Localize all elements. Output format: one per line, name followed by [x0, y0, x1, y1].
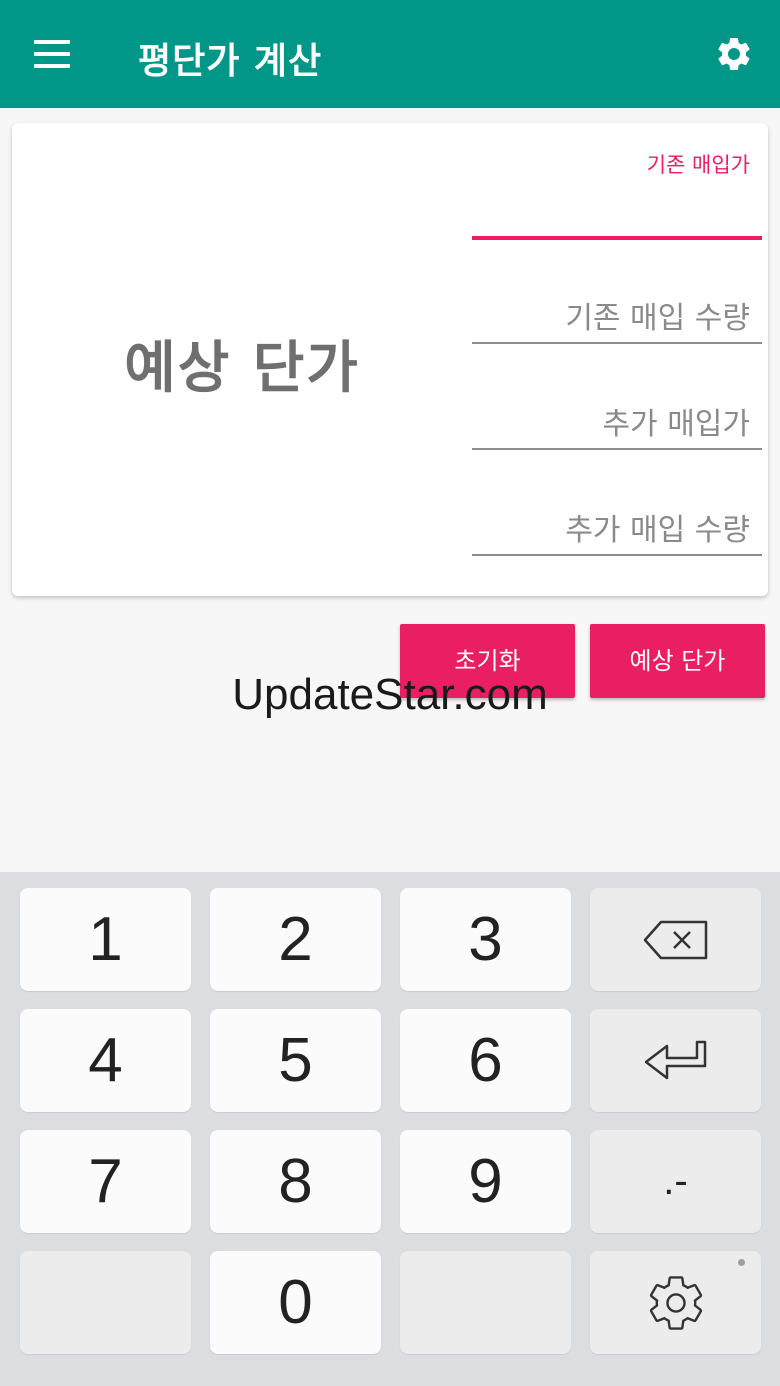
- key-9[interactable]: 9: [400, 1130, 571, 1233]
- field-underline: [472, 342, 762, 344]
- key-7[interactable]: 7: [20, 1130, 191, 1233]
- field-label: 기존 매입 수량: [565, 301, 750, 336]
- additional-purchase-quantity-field[interactable]: 추가 매입 수량: [472, 485, 762, 560]
- input-card: 예상 단가 기존 매입가 기존 매입 수량 추가 매입가 추가 매입 수량: [12, 123, 768, 596]
- key-1[interactable]: 1: [20, 888, 191, 991]
- key-blank-right[interactable]: [400, 1251, 571, 1354]
- hamburger-menu-icon[interactable]: [34, 40, 72, 68]
- key-2[interactable]: 2: [210, 888, 381, 991]
- key-3[interactable]: 3: [400, 888, 571, 991]
- field-underline: [472, 554, 762, 556]
- estimated-price-display: 예상 단가: [124, 336, 360, 401]
- key-8[interactable]: 8: [210, 1130, 381, 1233]
- key-6[interactable]: 6: [400, 1009, 571, 1112]
- key-blank-left[interactable]: [20, 1251, 191, 1354]
- app-bar: 평단가 계산: [0, 0, 780, 108]
- key-5[interactable]: 5: [210, 1009, 381, 1112]
- existing-purchase-price-field[interactable]: 기존 매입가: [472, 143, 762, 243]
- enter-icon: [644, 1040, 706, 1079]
- additional-purchase-price-field[interactable]: 추가 매입가: [472, 379, 762, 454]
- watermark: UpdateStar.com: [232, 670, 548, 719]
- keyboard-settings-icon: [649, 1275, 702, 1330]
- field-label: 추가 매입 수량: [565, 513, 750, 548]
- indicator-dot: [738, 1259, 745, 1266]
- existing-purchase-quantity-field[interactable]: 기존 매입 수량: [472, 273, 762, 348]
- key-4[interactable]: 4: [20, 1009, 191, 1112]
- key-backspace[interactable]: [590, 888, 761, 991]
- backspace-icon: [643, 920, 707, 959]
- key-0[interactable]: 0: [210, 1251, 381, 1354]
- gear-icon[interactable]: [714, 34, 754, 74]
- key-enter[interactable]: [590, 1009, 761, 1112]
- field-underline: [472, 236, 762, 240]
- numeric-keypad: 1 2 3 4 5 6 7 8 9 .- 0: [0, 872, 780, 1386]
- field-label: 추가 매입가: [602, 407, 750, 442]
- key-settings[interactable]: [590, 1251, 761, 1354]
- field-underline: [472, 448, 762, 450]
- key-dot-minus[interactable]: .-: [590, 1130, 761, 1233]
- field-label: 기존 매입가: [646, 153, 750, 177]
- page-title: 평단가 계산: [138, 41, 323, 82]
